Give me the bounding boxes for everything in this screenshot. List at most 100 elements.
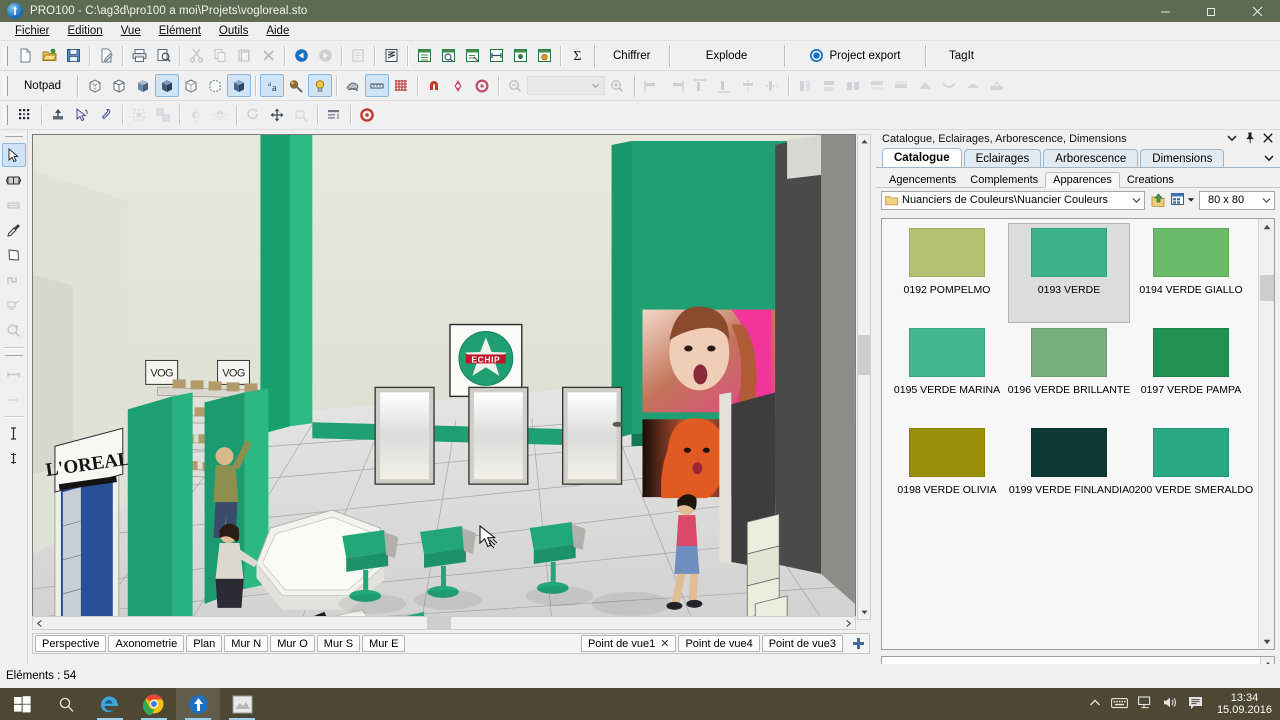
network-icon[interactable] bbox=[1137, 696, 1153, 712]
scroll-up-icon[interactable] bbox=[858, 135, 870, 148]
minimize-button[interactable] bbox=[1142, 0, 1188, 22]
close-viewpoint-icon[interactable]: ✕ bbox=[660, 637, 669, 650]
chiffrer-button[interactable]: Chiffrer bbox=[600, 44, 664, 67]
paint-element-icon[interactable] bbox=[94, 104, 118, 127]
align-right-icon[interactable] bbox=[664, 74, 688, 97]
menu-item-outils[interactable]: Outils bbox=[210, 23, 257, 39]
scroll-up-icon[interactable] bbox=[1259, 219, 1274, 234]
chevron-down-icon[interactable] bbox=[1128, 192, 1144, 209]
swatch-item[interactable]: 0196 VERDE BRILLANTE bbox=[1008, 323, 1130, 423]
cabinet-tool-icon[interactable] bbox=[2, 168, 26, 192]
swatch-item[interactable]: 0193 VERDE bbox=[1008, 223, 1130, 323]
group-icon[interactable] bbox=[127, 104, 151, 127]
sum-sigma-icon[interactable]: Σ bbox=[565, 44, 589, 67]
viewpoint-tab-4[interactable]: Point de vue4 bbox=[678, 635, 760, 652]
viewport-vertical-scrollbar[interactable] bbox=[857, 134, 871, 620]
volume-icon[interactable] bbox=[1163, 696, 1178, 712]
shape-tool-icon[interactable] bbox=[2, 243, 26, 267]
view-tab-plan[interactable]: Plan bbox=[186, 635, 223, 652]
catalogue-path-combo[interactable]: Nuanciers de Couleurs\Nuancier Couleurs bbox=[881, 190, 1145, 210]
menu-item-edition[interactable]: Edition bbox=[59, 23, 112, 39]
maximize-button[interactable] bbox=[1188, 0, 1234, 22]
viewpoint-tab-3[interactable]: Point de vue3 bbox=[761, 635, 843, 652]
tagit-button[interactable]: TagIt bbox=[931, 44, 993, 67]
target-snap-icon[interactable] bbox=[470, 74, 494, 97]
zoom-level-combo[interactable] bbox=[527, 76, 606, 95]
order-icon[interactable] bbox=[322, 104, 346, 127]
price-panel-icon[interactable] bbox=[532, 44, 556, 67]
redo-icon[interactable] bbox=[313, 44, 337, 67]
align-center-v-icon[interactable] bbox=[760, 74, 784, 97]
delete-icon[interactable] bbox=[256, 44, 280, 67]
zoom-in-icon[interactable] bbox=[605, 74, 629, 97]
lighting-panel-icon[interactable] bbox=[508, 44, 532, 67]
pick-element-icon[interactable] bbox=[70, 104, 94, 127]
material-ball-icon[interactable] bbox=[284, 74, 308, 97]
zoom-tool-icon[interactable] bbox=[2, 318, 26, 342]
pro100-app-icon[interactable] bbox=[176, 688, 220, 720]
menu-item-vue[interactable]: Vue bbox=[112, 23, 150, 39]
3d-viewport-canvas[interactable]: VOG VOG ECHIP L'OREAL bbox=[32, 134, 856, 618]
undo-icon[interactable] bbox=[289, 44, 313, 67]
chevron-down-icon[interactable] bbox=[1264, 153, 1274, 165]
action-center-icon[interactable] bbox=[1188, 696, 1203, 713]
print-preview-icon[interactable] bbox=[151, 44, 175, 67]
white-render-icon[interactable] bbox=[179, 74, 203, 97]
swatch-item[interactable]: 0194 VERDE GIALLO bbox=[1130, 223, 1252, 323]
swatch-item[interactable]: 0199 VERDE FINLANDIA bbox=[1008, 423, 1130, 523]
subtab-apparences[interactable]: Apparences bbox=[1045, 172, 1120, 188]
text-tool-icon[interactable] bbox=[2, 421, 26, 445]
leader-tool-icon[interactable] bbox=[2, 446, 26, 470]
settings-target-icon[interactable] bbox=[355, 104, 379, 127]
keyboard-icon[interactable] bbox=[1110, 697, 1128, 712]
explode-button[interactable]: Explode bbox=[675, 44, 779, 67]
menu-item-element[interactable]: Elément bbox=[150, 23, 210, 39]
show-hidden-icons-chevron[interactable] bbox=[1089, 698, 1101, 711]
ruler-icon[interactable] bbox=[365, 74, 390, 97]
mirror-h-icon[interactable] bbox=[184, 104, 208, 127]
menu-item-fichier[interactable]: Fichier bbox=[6, 23, 59, 39]
distribute-4-icon[interactable] bbox=[865, 74, 889, 97]
vertical-scroll-thumb[interactable] bbox=[858, 335, 870, 375]
add-viewpoint-icon[interactable] bbox=[849, 635, 867, 653]
panel-tool-icon[interactable] bbox=[2, 193, 26, 217]
scroll-down-icon[interactable] bbox=[1259, 634, 1274, 649]
ungroup-icon[interactable] bbox=[151, 104, 175, 127]
view-tab-perspective[interactable]: Perspective bbox=[35, 635, 107, 652]
measure-tool-icon[interactable] bbox=[2, 362, 26, 386]
light-bulb-icon[interactable] bbox=[308, 74, 333, 97]
toolbar-grip[interactable] bbox=[3, 75, 10, 96]
scroll-left-icon[interactable] bbox=[33, 617, 46, 629]
thumbnail-size-combo[interactable]: 80 x 80 bbox=[1199, 190, 1275, 210]
shadow-icon[interactable] bbox=[341, 74, 365, 97]
start-button-icon[interactable] bbox=[0, 688, 44, 720]
toolbar-grip[interactable] bbox=[3, 45, 10, 66]
print-icon[interactable] bbox=[127, 44, 151, 67]
view-tab-mur-e[interactable]: Mur E bbox=[362, 635, 406, 652]
swatch-item[interactable]: 0192 POMPELMO bbox=[886, 223, 1008, 323]
insert-element-icon[interactable] bbox=[46, 104, 70, 127]
edge-browser-icon[interactable] bbox=[88, 688, 132, 720]
subtab-creations[interactable]: Creations bbox=[1120, 173, 1181, 187]
solid-view-icon[interactable] bbox=[131, 74, 155, 97]
grid-icon[interactable] bbox=[389, 74, 413, 97]
tab-eclairages[interactable]: Eclairages bbox=[963, 149, 1042, 167]
distribute-5-icon[interactable] bbox=[889, 74, 913, 97]
tab-catalogue[interactable]: Catalogue bbox=[882, 148, 962, 167]
list-panel-icon[interactable] bbox=[412, 44, 436, 67]
report-icon[interactable] bbox=[379, 44, 403, 67]
color-swatch-pane[interactable]: 0192 POMPELMO 0193 VERDE 0194 VERDE GIAL… bbox=[881, 218, 1275, 650]
distribute-6-icon[interactable] bbox=[913, 74, 937, 97]
notepad-button[interactable]: Notpad bbox=[13, 74, 72, 97]
dimension-tool-icon[interactable] bbox=[2, 268, 26, 292]
view-tab-mur-n[interactable]: Mur N bbox=[224, 635, 269, 652]
shaded-view-icon[interactable] bbox=[155, 74, 180, 97]
hidden-line-view-icon[interactable] bbox=[107, 74, 131, 97]
subtab-agencements[interactable]: Agencements bbox=[882, 173, 963, 187]
properties-icon[interactable] bbox=[346, 44, 370, 67]
layers-panel-icon[interactable] bbox=[460, 44, 484, 67]
taskbar-clock[interactable]: 13:34 15.09.2016 bbox=[1213, 692, 1272, 716]
toolbar-grip[interactable] bbox=[4, 133, 23, 140]
distribute-1-icon[interactable] bbox=[793, 74, 817, 97]
dimension-icon[interactable] bbox=[484, 44, 508, 67]
